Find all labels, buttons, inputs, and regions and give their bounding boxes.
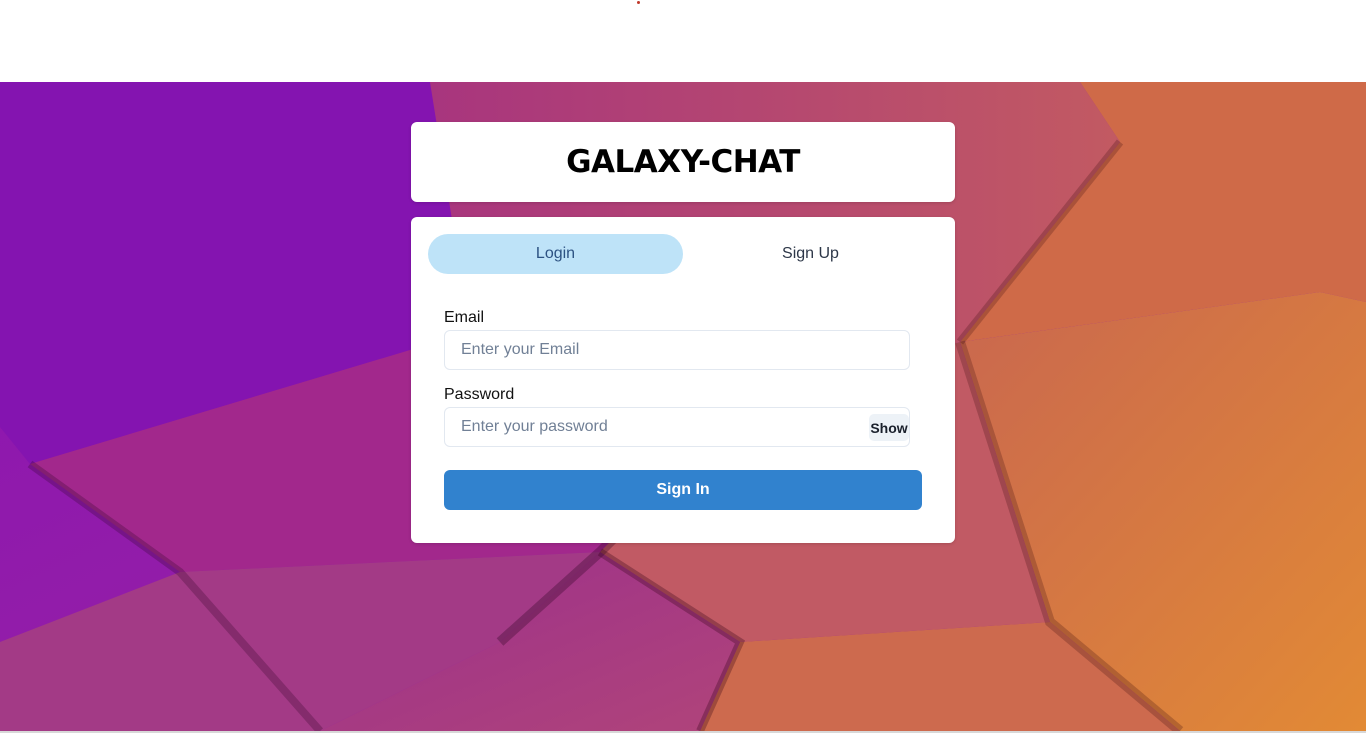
top-bar bbox=[0, 0, 1366, 82]
email-field-wrapper bbox=[444, 330, 910, 370]
password-label: Password bbox=[444, 386, 515, 403]
email-label: Email bbox=[444, 309, 485, 326]
sign-in-button[interactable]: Sign In bbox=[444, 470, 922, 510]
indicator-dot bbox=[637, 1, 640, 4]
tab-login[interactable]: Login bbox=[428, 234, 683, 274]
password-field-wrapper: Show bbox=[444, 407, 910, 447]
app-title: GALAXY-CHAT bbox=[566, 144, 800, 180]
email-input[interactable] bbox=[445, 331, 909, 369]
auth-card: Login Sign Up Email Password Show Sign I… bbox=[411, 217, 955, 543]
show-password-button[interactable]: Show bbox=[869, 414, 909, 441]
password-input[interactable] bbox=[445, 408, 909, 446]
tab-sign-up[interactable]: Sign Up bbox=[683, 234, 938, 274]
title-card: GALAXY-CHAT bbox=[411, 122, 955, 202]
